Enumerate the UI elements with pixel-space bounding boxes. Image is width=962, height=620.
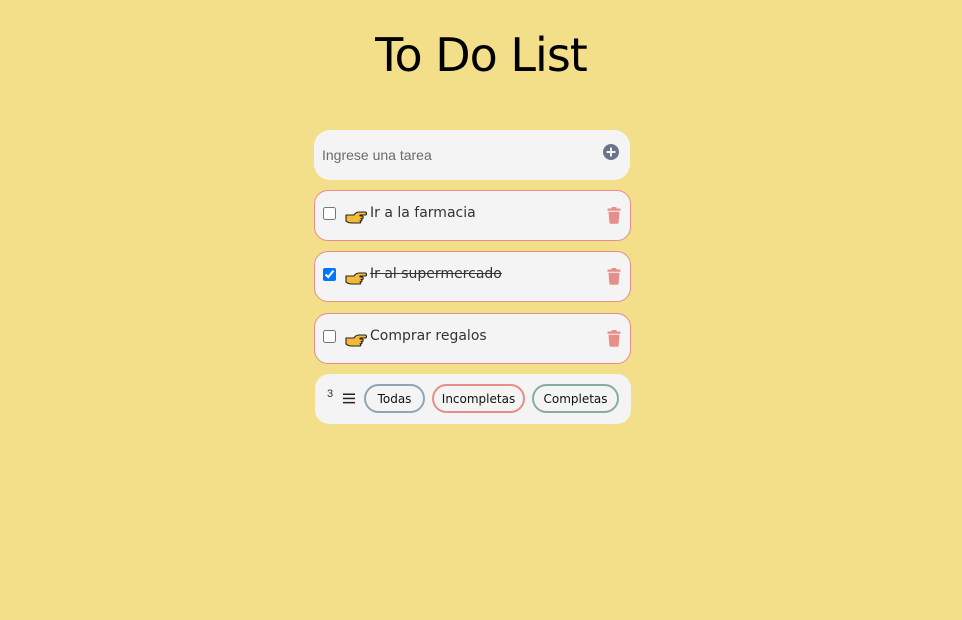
delete-task-icon[interactable] xyxy=(607,207,621,224)
filter-bar: 3 Todas Incompletas Completas xyxy=(315,374,631,424)
hamburger-menu-icon xyxy=(343,393,355,404)
task-checkbox[interactable] xyxy=(323,330,336,343)
page-title: To Do List xyxy=(375,28,588,82)
task-label: Ir a la farmacia xyxy=(370,205,476,221)
delete-task-icon[interactable] xyxy=(607,330,621,347)
task-label: Ir al supermercado xyxy=(370,266,502,282)
task-item: Ir al supermercado xyxy=(314,251,631,302)
task-count: 3 xyxy=(327,388,334,400)
filter-complete-button[interactable]: Completas xyxy=(532,384,619,413)
delete-task-icon[interactable] xyxy=(607,268,621,285)
task-item: Comprar regalos xyxy=(314,313,631,364)
pointing-hand-icon xyxy=(345,211,367,224)
task-input-container xyxy=(314,130,630,180)
task-item: Ir a la farmacia xyxy=(314,190,631,241)
task-label: Comprar regalos xyxy=(370,328,487,344)
task-checkbox[interactable] xyxy=(323,207,336,220)
add-task-icon[interactable] xyxy=(603,144,619,160)
pointing-hand-icon xyxy=(345,272,367,285)
pointing-hand-icon xyxy=(345,334,367,347)
filter-incomplete-button[interactable]: Incompletas xyxy=(432,384,525,413)
task-input[interactable] xyxy=(322,144,592,166)
task-checkbox[interactable] xyxy=(323,268,336,281)
filter-all-button[interactable]: Todas xyxy=(364,384,425,413)
